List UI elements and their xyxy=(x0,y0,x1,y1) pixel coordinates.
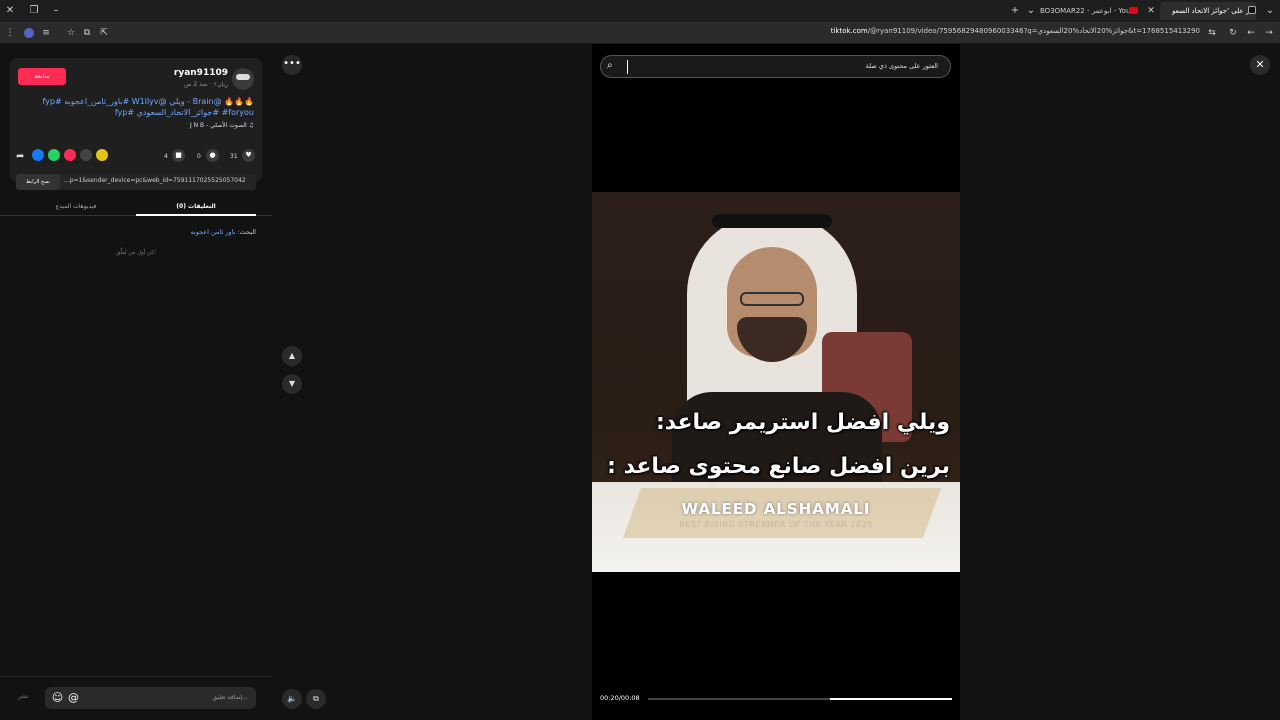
person-agal xyxy=(712,214,832,228)
comment-bar: نشر ☺ @ إضافة تعليق... xyxy=(0,676,272,720)
menu-dots-icon[interactable]: ⋮ xyxy=(2,25,18,41)
pip-icon[interactable]: ⧉ xyxy=(306,689,326,709)
plate-subtitle: BEST RISING STREAMER OF THE YEAR 2025 xyxy=(679,520,873,529)
whatsapp-icon[interactable] xyxy=(48,149,60,161)
progress-track[interactable] xyxy=(648,698,952,700)
related-search-placeholder: العثور على محتوى ذي صلة xyxy=(865,62,938,70)
tab-close-icon[interactable]: ✕ xyxy=(1144,2,1158,20)
share-arrow-icon[interactable]: ➦ xyxy=(16,150,24,164)
tab-creator-videos[interactable]: فيديوهات المبدع xyxy=(16,198,136,216)
address-bar: ⋮ ≡ ☆ ⧉ ⇱ tiktok.com/@ryan91109/video/75… xyxy=(0,22,1280,44)
new-tab-icon[interactable]: + xyxy=(1007,3,1023,19)
video-progress[interactable]: 00:20/00:08 xyxy=(600,694,952,704)
plate-name: WALEED ALSHAMALI xyxy=(681,500,871,518)
tab-search-icon[interactable]: ⌄ xyxy=(1023,3,1039,19)
extension-icon[interactable] xyxy=(24,28,34,38)
comment-tabs: التعليقات (0) فيديوهات المبدع xyxy=(0,198,272,216)
reading-list-icon[interactable]: ≡ xyxy=(38,25,54,41)
user-meta: ريان⚡ · منذ 2 س xyxy=(184,81,228,88)
follow-button[interactable]: متابعة xyxy=(18,68,66,85)
url-field[interactable]: tiktok.com/@ryan91109/video/759568294809… xyxy=(831,27,1200,35)
previous-video-button[interactable]: ▲ xyxy=(282,346,302,366)
left-panel: ryan91109 ريان⚡ · منذ 2 س متابعة 🔥🔥🔥 @Br… xyxy=(0,44,272,720)
caption-line-1: ويلي افضل استريمر صاعد: xyxy=(655,410,950,435)
tiktok-favicon-icon xyxy=(1248,6,1256,14)
chevron-down-icon[interactable]: ⌄ xyxy=(1262,3,1278,19)
volume-icon[interactable]: 🔈 xyxy=(282,689,302,709)
star-icon[interactable]: ☆ xyxy=(63,25,79,41)
comment-placeholder: إضافة تعليق... xyxy=(212,694,248,701)
sound-label[interactable]: ♫ الصوت الأصلي - J N B xyxy=(190,122,254,129)
back-icon[interactable]: ← xyxy=(1243,25,1259,41)
search-icon: ⌕ xyxy=(607,60,613,71)
site-settings-icon[interactable]: ⇆ xyxy=(1204,25,1220,41)
mention-icon[interactable]: @ xyxy=(67,691,80,704)
close-video-button[interactable]: ✕ xyxy=(1250,55,1270,75)
search-note[interactable]: البحث: باور ثامن اعجوبه xyxy=(190,228,256,236)
text-caret xyxy=(627,60,628,74)
minimize-window-icon[interactable]: – xyxy=(48,3,64,19)
post-description[interactable]: 🔥🔥🔥 @Brain - ويلي @W1llyv #باور_ثامن_اعج… xyxy=(18,96,255,118)
youtube-favicon-icon xyxy=(1129,7,1138,14)
video-time: 00:20/00:08 xyxy=(600,694,640,702)
tiktok-share-icon[interactable] xyxy=(64,149,76,161)
person-glasses xyxy=(740,292,804,306)
name-plate: WALEED ALSHAMALI BEST RISING STREAMER OF… xyxy=(592,482,960,572)
bookmark-icon[interactable]: ■ xyxy=(172,149,185,162)
like-count: 31 xyxy=(230,153,238,160)
next-video-button[interactable]: ▼ xyxy=(282,374,302,394)
share-icon[interactable]: ⇱ xyxy=(96,25,112,41)
video-player[interactable]: ⌕ العثور على محتوى ذي صلة WALEED ALSHAMA… xyxy=(592,44,960,720)
post-comment-button[interactable]: نشر xyxy=(18,693,28,700)
avatar[interactable] xyxy=(232,68,254,90)
video-frame: WALEED ALSHAMALI BEST RISING STREAMER OF… xyxy=(592,192,960,572)
collections-icon[interactable]: ⧉ xyxy=(79,25,95,41)
emoji-icon[interactable]: ☺ xyxy=(51,691,64,704)
tab-youtube[interactable]: BO3OMAR22 - ابوعمر - YouTube xyxy=(1040,2,1130,20)
embed-icon[interactable] xyxy=(80,149,92,161)
facebook-icon[interactable] xyxy=(32,149,44,161)
share-link-text[interactable]: ...p=1&sender_device=pc&web_id=759111702… xyxy=(64,177,252,184)
copy-link-button[interactable]: نسخ الرابط xyxy=(16,174,60,190)
tab-comments[interactable]: التعليقات (0) xyxy=(136,198,256,216)
reload-icon[interactable]: ↻ xyxy=(1225,25,1241,41)
like-icon[interactable]: ♥ xyxy=(242,149,255,162)
restore-window-icon[interactable]: ❐ xyxy=(26,3,42,19)
empty-comments-note: كن أول من يُعلِّق! xyxy=(115,250,157,256)
action-row: ♥ 31 ● 0 ■ 4 ➦ xyxy=(10,148,262,166)
share-link-row: نسخ الرابط ...p=1&sender_device=pc&web_i… xyxy=(16,174,256,190)
close-window-icon[interactable]: ✕ xyxy=(2,3,18,19)
tab-tiktok[interactable]: انظر على 'جوائز الاتحاد السعو xyxy=(1160,2,1256,20)
save-count: 4 xyxy=(164,153,168,160)
coin-icon[interactable] xyxy=(96,149,108,161)
more-options-button[interactable]: ••• xyxy=(282,55,302,75)
comment-icon[interactable]: ● xyxy=(206,149,219,162)
related-search-input[interactable]: ⌕ العثور على محتوى ذي صلة xyxy=(600,55,951,78)
progress-fill xyxy=(830,698,952,700)
username[interactable]: ryan91109 xyxy=(174,68,228,78)
forward-icon[interactable]: → xyxy=(1261,25,1277,41)
comment-count: 0 xyxy=(197,153,201,160)
comment-input[interactable]: ☺ @ إضافة تعليق... xyxy=(45,687,256,709)
caption-line-2: برين افضل صانع محتوى صاعد : xyxy=(607,454,950,479)
browser-tabbar: ✕ ❐ – + ⌄ BO3OMAR22 - ابوعمر - YouTube ✕… xyxy=(0,0,1280,22)
